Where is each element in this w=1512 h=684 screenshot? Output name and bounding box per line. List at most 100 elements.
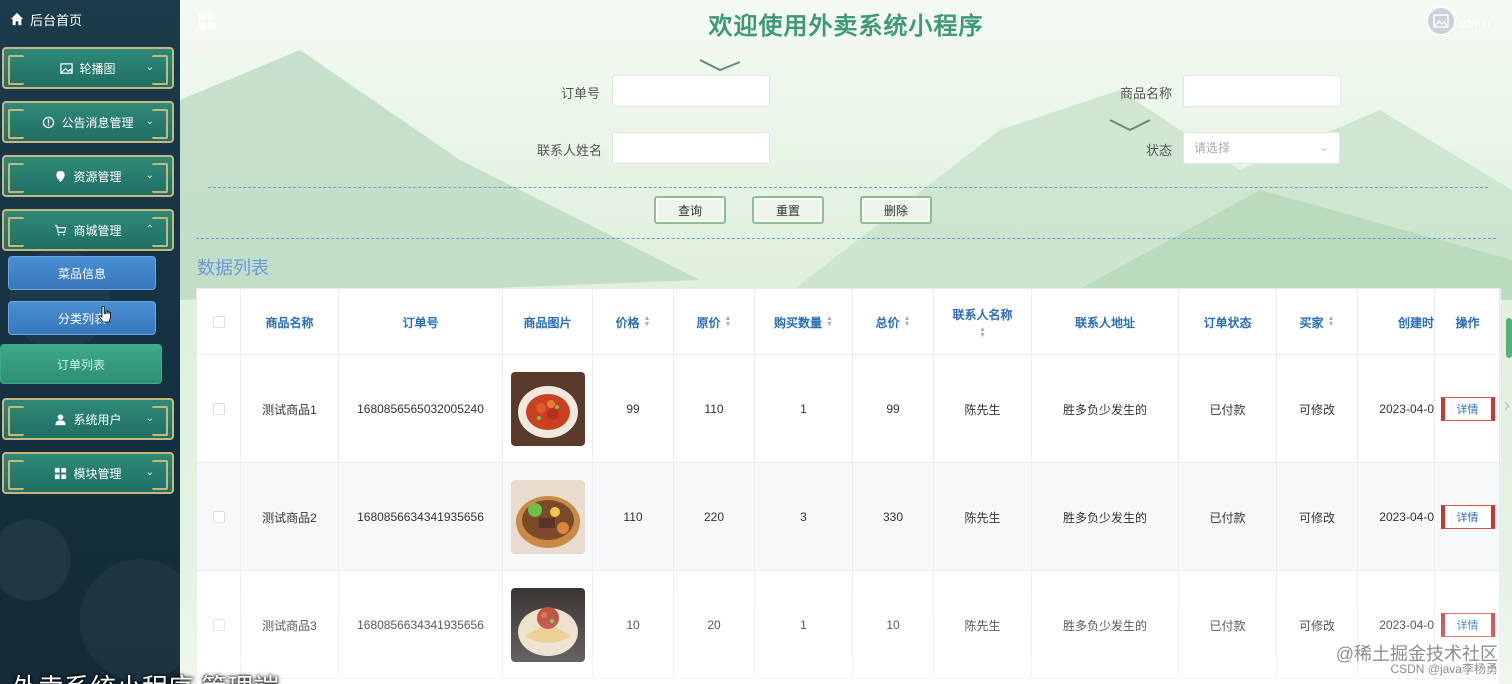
menu-item-resources[interactable]: 资源管理 ⌄ xyxy=(2,155,174,197)
home-icon xyxy=(10,12,24,26)
chevron-right-icon[interactable]: › xyxy=(1504,395,1510,416)
menu-label: 资源管理 xyxy=(73,169,122,184)
col-label: 联系人名称 xyxy=(952,307,1013,322)
col-label: 联系人地址 xyxy=(1074,315,1135,330)
chevron-down-icon: ⌄ xyxy=(145,62,154,73)
app-title: 欢迎使用外卖系统小程序 xyxy=(708,13,984,40)
col-header: 订单状态 xyxy=(1179,289,1277,355)
col-header-sortable[interactable]: 联系人名称 ▲ ▼ xyxy=(934,289,1032,355)
cell-buyer: 可修改 xyxy=(1277,355,1358,463)
menu-item-system-users[interactable]: 系统用户 ⌄ xyxy=(2,398,174,440)
col-header-sortable[interactable]: 买家 ▲ ▼ xyxy=(1277,289,1358,355)
menu-label: 轮播图 xyxy=(79,61,116,76)
cell-qty: 1 xyxy=(755,571,853,679)
cell-status: 已付款 xyxy=(1179,463,1277,571)
home-label: 后台首页 xyxy=(30,12,83,28)
cell-action: 详情 xyxy=(1435,355,1501,463)
submenu-item-orders[interactable]: 订单列表 xyxy=(0,344,162,384)
delete-button[interactable]: 删除 xyxy=(860,196,932,224)
cell-buyer: 可修改 xyxy=(1277,463,1358,571)
detail-button[interactable]: 详情 xyxy=(1440,613,1495,637)
sort-icon[interactable]: ▲ ▼ xyxy=(1328,315,1335,328)
menu-item-mall[interactable]: 商城管理 ⌃ xyxy=(2,209,174,251)
cell-order-no: 1680856634341935656 xyxy=(339,571,503,679)
row-checkbox[interactable] xyxy=(212,619,225,631)
cell-created: 2023-04-0 xyxy=(1358,355,1435,463)
submenu-label: 菜品信息 xyxy=(57,266,106,281)
mouse-cursor-icon xyxy=(98,306,111,323)
sidebar: 后台首页 轮播图 ⌄ 公告消息管理 ⌄ 资源管理 ⌄ 商城管理 ⌃ 菜品信息 分… xyxy=(0,0,180,684)
cell-image xyxy=(503,355,593,463)
col-label: 价格 xyxy=(615,315,640,330)
submenu-item-dishes[interactable]: 菜品信息 xyxy=(8,256,156,290)
status-select[interactable]: 请选择 ⌄ xyxy=(1183,132,1340,164)
cell-qty: 3 xyxy=(755,463,853,571)
cell-total: 99 xyxy=(853,355,934,463)
sort-icon[interactable]: ▲ ▼ xyxy=(904,315,911,328)
scroll-handle[interactable] xyxy=(1506,318,1512,358)
row-checkbox[interactable] xyxy=(212,511,225,523)
divider xyxy=(196,238,1496,239)
menu-item-carousel[interactable]: 轮播图 ⌄ xyxy=(2,47,174,89)
cell-contact: 陈先生 xyxy=(934,355,1032,463)
cell-qty: 1 xyxy=(755,355,853,463)
cell-action: 详情 xyxy=(1435,463,1501,571)
submenu-item-categories[interactable]: 分类列表 xyxy=(8,301,156,335)
col-label: 购买数量 xyxy=(774,315,823,330)
cell-contact: 陈先生 xyxy=(934,463,1032,571)
contact-name-label: 联系人姓名 xyxy=(536,143,602,158)
select-all-checkbox[interactable] xyxy=(212,316,225,328)
order-no-input[interactable] xyxy=(612,75,770,107)
cell-status: 已付款 xyxy=(1179,571,1277,679)
cell-status: 已付款 xyxy=(1179,355,1277,463)
row-checkbox[interactable] xyxy=(212,403,225,415)
col-header-sortable[interactable]: 购买数量 ▲ ▼ xyxy=(755,289,853,355)
cell-price: 99 xyxy=(593,355,674,463)
col-header: 商品图片 xyxy=(503,289,593,355)
cell-image xyxy=(503,571,593,679)
col-header: 订单号 xyxy=(339,289,503,355)
avatar[interactable] xyxy=(1426,6,1456,36)
username[interactable]: admin xyxy=(1457,16,1490,30)
col-label: 创建时 xyxy=(1397,315,1434,330)
col-header-sortable[interactable]: 原价 ▲ ▼ xyxy=(674,289,755,355)
menu-item-announcement[interactable]: 公告消息管理 ⌄ xyxy=(2,101,174,143)
detail-button[interactable]: 详情 xyxy=(1440,505,1495,529)
main-content: 欢迎使用外卖系统小程序 admin 订单号 商品名称 联系人姓名 状态 请选择 … xyxy=(180,0,1512,684)
food-image xyxy=(510,588,585,662)
product-name-label: 商品名称 xyxy=(1119,86,1172,101)
col-label: 买家 xyxy=(1299,315,1324,330)
orders-table: 商品名称 订单号 商品图片 价格 ▲ ▼ 原价 ▲ ▼ 购买数量 ▲ ▼ 总价 ▲ ▼ 联系人名… xyxy=(196,288,1501,684)
col-header-sortable[interactable]: 价格 ▲ ▼ xyxy=(593,289,674,355)
table-row: 测试商品1 1680856565032005240 99 110 1 99 陈先… xyxy=(197,355,1501,463)
col-label: 商品图片 xyxy=(523,315,572,330)
col-header: 联系人地址 xyxy=(1032,289,1179,355)
menu-item-modules[interactable]: 模块管理 ⌄ xyxy=(2,452,174,494)
sort-icon[interactable]: ▲ ▼ xyxy=(826,315,833,328)
row-select-cell xyxy=(197,571,241,679)
home-link[interactable]: 后台首页 xyxy=(10,8,82,30)
col-label: 操作 xyxy=(1455,315,1480,330)
col-header-sortable[interactable]: 总价 ▲ ▼ xyxy=(853,289,934,355)
sort-icon[interactable]: ▲ ▼ xyxy=(644,315,651,328)
reset-button[interactable]: 重置 xyxy=(752,196,824,224)
status-label: 状态 xyxy=(1145,143,1172,158)
query-button[interactable]: 查询 xyxy=(654,196,726,224)
cell-price: 110 xyxy=(593,463,674,571)
chevron-down-icon: ⌄ xyxy=(145,170,154,181)
product-name-input[interactable] xyxy=(1183,75,1341,107)
cell-address: 胜多负少发生的 xyxy=(1032,355,1179,463)
col-header: 商品名称 xyxy=(241,289,339,355)
sort-icon[interactable]: ▲ ▼ xyxy=(979,326,986,339)
col-header: 操作 xyxy=(1435,289,1501,355)
col-label: 订单状态 xyxy=(1203,315,1252,330)
chevron-up-icon: ⌃ xyxy=(145,224,154,235)
detail-button[interactable]: 详情 xyxy=(1440,397,1495,421)
cell-name: 测试商品3 xyxy=(241,571,339,679)
contact-name-input[interactable] xyxy=(612,132,770,164)
status-placeholder: 请选择 xyxy=(1194,141,1231,155)
col-header: 创建时 xyxy=(1358,289,1435,355)
table-header: 商品名称 订单号 商品图片 价格 ▲ ▼ 原价 ▲ ▼ 购买数量 ▲ ▼ 总价 ▲ ▼ 联系人名… xyxy=(197,289,1501,355)
sort-icon[interactable]: ▲ ▼ xyxy=(725,315,732,328)
cell-order-no: 1680856634341935656 xyxy=(339,463,503,571)
